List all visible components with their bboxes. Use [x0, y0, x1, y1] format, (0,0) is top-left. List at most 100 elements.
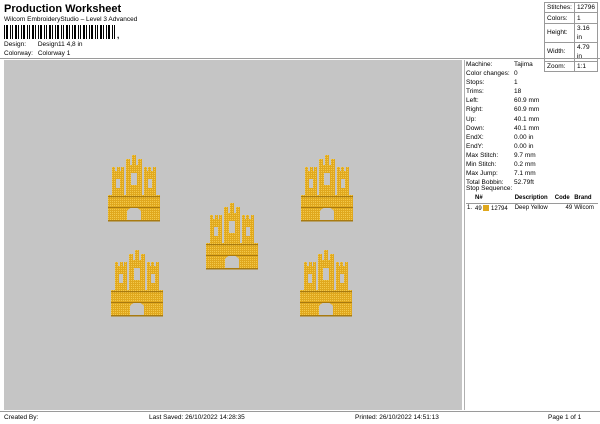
barcode-bar — [6, 25, 8, 39]
stat-value: 3.16 in — [573, 22, 599, 43]
property-row: EndY: 0.00 in — [466, 142, 598, 151]
barcode-bar — [66, 25, 68, 39]
barcode-bar — [72, 25, 73, 39]
col-description: Description — [513, 194, 554, 204]
property-label: Stops: — [466, 79, 485, 87]
barcode-bar — [69, 25, 70, 39]
barcode-bar — [57, 25, 59, 39]
property-label: Max Jump: — [466, 170, 498, 178]
stats-row: Stitches: 12796 — [544, 1, 599, 14]
header-divider — [0, 58, 600, 59]
thread-code: 49 — [565, 205, 573, 212]
color-swatch — [483, 204, 490, 211]
barcode-bar — [95, 25, 96, 39]
design-info: Design: Design11 4,8 in — [4, 41, 83, 48]
property-label: EndY: — [466, 142, 484, 150]
castle-motif-top-left — [108, 155, 160, 222]
stats-row: Height: 3.16 in — [544, 22, 599, 43]
property-value: 18 — [514, 88, 522, 96]
stop-sequence-header: N# Description Code Brand — [466, 194, 598, 204]
property-row: Right: 60.9 mm — [466, 105, 598, 114]
property-label: Max Stitch: — [466, 151, 499, 159]
colorway-value: Colorway 1 — [37, 50, 71, 57]
barcode-bar — [46, 25, 47, 39]
col-brand: Brand — [573, 194, 598, 204]
property-label: Left: — [466, 97, 479, 105]
property-row: Max Jump: 7.1 mm — [466, 169, 598, 178]
barcode-bar — [63, 25, 64, 39]
property-value: 60.9 mm — [514, 97, 540, 105]
barcode-bar — [114, 25, 115, 39]
barcode-bar — [112, 25, 113, 39]
barcode-bar — [23, 25, 25, 39]
barcode-bar — [78, 25, 79, 39]
worksheet-title: Production Worksheet — [4, 3, 122, 15]
panel-divider — [464, 60, 465, 410]
barcode — [4, 25, 115, 39]
castle-motif-top-right — [301, 155, 353, 222]
stat-value: 1 — [573, 12, 599, 24]
stats-row: Colors: 1 — [544, 12, 599, 24]
barcode-bar — [52, 25, 53, 39]
castle-motif-bottom-left — [111, 250, 163, 317]
property-value: 40.1 mm — [514, 115, 540, 123]
barcode-bar — [29, 25, 30, 39]
property-label: Right: — [466, 106, 483, 114]
colorway-label: Colorway: — [4, 50, 33, 57]
property-row: Min Stitch: 0.2 mm — [466, 160, 598, 169]
property-label: Up: — [466, 115, 477, 123]
barcode-bar — [55, 25, 56, 39]
barcode-bar — [74, 25, 76, 39]
barcode-bar — [97, 25, 98, 39]
thread-description: Deep Yellow — [514, 205, 548, 212]
property-value: 0.00 in — [514, 133, 534, 141]
barcode-bar — [83, 25, 85, 39]
barcode-bar — [40, 25, 42, 39]
property-row: Left: 60.9 mm — [466, 96, 598, 105]
property-row: EndX: 0.00 in — [466, 133, 598, 142]
barcode-bar — [49, 25, 51, 39]
property-label: Trims: — [466, 88, 484, 96]
barcode-bar — [38, 25, 39, 39]
barcode-bar — [12, 25, 13, 39]
thread-brand: Wilcom — [574, 205, 594, 212]
property-row: Trims: 18 — [466, 87, 598, 96]
footer: Created By: Last Saved: 26/10/2022 14:28… — [0, 412, 600, 424]
property-row: Max Stitch: 9.7 mm — [466, 151, 598, 160]
stop-sequence-title: Stop Sequence: — [466, 185, 513, 192]
castle-motif-bottom-right — [300, 250, 352, 317]
stat-label: Height: — [544, 22, 575, 43]
software-subtitle: Wilcom EmbroideryStudio – Level 3 Advanc… — [4, 16, 138, 23]
thread-number: 12794 — [491, 205, 508, 212]
property-row: Color changes: 0 — [466, 69, 598, 78]
barcode-bar — [86, 25, 87, 39]
barcode-bar — [61, 25, 62, 39]
machine-properties: Machine: Tajima Color changes: 0 Stops: 1 T… — [466, 60, 598, 187]
created-by: Created By: — [4, 414, 39, 421]
property-row: Down: 40.1 mm — [466, 124, 598, 133]
stop-sequence-table: N# Description Code Brand 1. 49 12794 De… — [466, 194, 598, 213]
property-value: 0 — [514, 70, 518, 78]
col-code: Code — [553, 194, 574, 204]
barcode-bar — [15, 25, 17, 39]
property-row: Stops: 1 — [466, 78, 598, 87]
barcode-bar — [103, 25, 104, 39]
stat-value: 12796 — [573, 1, 599, 14]
barcode-bar — [18, 25, 19, 39]
barcode-bar — [10, 25, 11, 39]
stat-label: Stitches: — [544, 1, 575, 14]
property-value: 7.1 mm — [514, 170, 536, 178]
last-saved: Last Saved: 26/10/2022 14:28:35 — [149, 414, 245, 421]
barcode-mark: , — [117, 31, 120, 40]
property-label: Color changes: — [466, 70, 510, 78]
property-row: Up: 40.1 mm — [466, 115, 598, 124]
property-value: 1 — [514, 79, 518, 87]
col-needle: N# — [474, 194, 514, 204]
needle-cell: 49 12794 — [474, 203, 514, 213]
design-value: Design11 4,8 in — [37, 41, 83, 48]
property-label: Min Stitch: — [466, 161, 497, 169]
castle-motif-center — [206, 203, 258, 270]
property-label: Down: — [466, 124, 485, 132]
property-value: 52.79ft — [514, 179, 534, 187]
property-value: 60.9 mm — [514, 106, 540, 114]
